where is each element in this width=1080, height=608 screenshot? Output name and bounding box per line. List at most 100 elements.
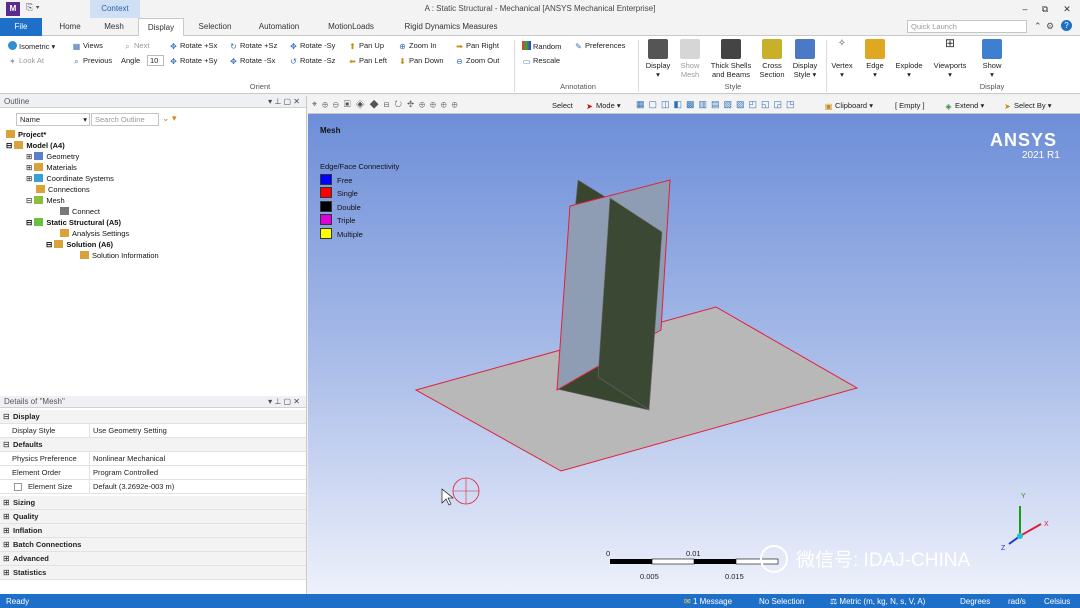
show-button[interactable]: Show ▾ xyxy=(976,39,1008,79)
tree-item-connections[interactable]: Connections xyxy=(36,184,90,195)
look-at-button[interactable]: ✦ Look At xyxy=(8,56,44,66)
expand-icon[interactable]: ⊞ xyxy=(3,539,10,551)
tree-item-project[interactable]: Project* xyxy=(6,129,46,140)
rotate-plus-sy-button[interactable]: ✥ Rotate +Sy xyxy=(169,56,217,66)
pan-left-button[interactable]: ⬅ Pan Left xyxy=(348,56,387,66)
clipboard-button[interactable]: ▣ Clipboard ▾ xyxy=(824,101,873,111)
details-section-statistics[interactable]: Statistics xyxy=(0,566,306,580)
preferences-button[interactable]: ✎ Preferences xyxy=(574,41,625,51)
collapse-ribbon-icon[interactable]: ⌃ xyxy=(1034,21,1042,32)
details-section-display[interactable]: Display xyxy=(0,410,306,424)
tab-display[interactable]: Display xyxy=(138,18,184,36)
details-section-quality[interactable]: Quality xyxy=(0,510,306,524)
rotate-plus-sz-button[interactable]: ↻ Rotate +Sz xyxy=(229,41,277,51)
quick-launch-input[interactable]: Quick Launch xyxy=(907,20,1027,33)
views-button[interactable]: ▦ Views xyxy=(72,41,103,51)
tree-item-static-structural[interactable]: ⊟ Static Structural (A5) xyxy=(26,217,121,228)
explode-button[interactable]: Explode ▾ xyxy=(892,39,926,79)
pan-up-button[interactable]: ⬆ Pan Up xyxy=(348,41,384,51)
show-mesh-button[interactable]: Show Mesh xyxy=(676,39,704,79)
details-section-batch-connections[interactable]: Batch Connections xyxy=(0,538,306,552)
random-button[interactable]: Random xyxy=(522,41,561,51)
expand-icon[interactable]: ⊞ xyxy=(3,553,10,565)
next-button[interactable]: ⌕ Next xyxy=(123,41,149,51)
expand-icon[interactable]: ⊞ xyxy=(3,525,10,537)
viewports-button[interactable]: ⊞ Viewports ▾ xyxy=(928,37,972,79)
display-button[interactable]: Display ▾ xyxy=(642,39,674,79)
tab-file[interactable]: File xyxy=(0,18,42,36)
tree-item-solution[interactable]: ⊟ Solution (A6) xyxy=(46,239,113,250)
expand-icon[interactable]: ⊞ xyxy=(3,497,10,509)
tree-item-materials[interactable]: ⊞ Materials xyxy=(26,162,77,173)
tab-motionloads[interactable]: MotionLoads xyxy=(318,18,384,36)
tree-item-mesh[interactable]: ⊟ Mesh xyxy=(26,195,65,206)
status-messages[interactable]: ✉ 1 Message xyxy=(684,597,732,606)
panel-controls-icon[interactable]: ▾ ⊥ ▢ ✕ xyxy=(268,96,300,108)
details-row-physics[interactable]: Physics Preference Nonlinear Mechanical xyxy=(0,452,306,466)
tree-item-solution-information[interactable]: Solution Information xyxy=(80,250,159,261)
details-value[interactable]: Nonlinear Mechanical xyxy=(91,452,165,466)
expand-icon[interactable]: ⊞ xyxy=(3,511,10,523)
status-rads[interactable]: rad/s xyxy=(1008,597,1026,606)
previous-button[interactable]: ⌕ Previous xyxy=(72,56,112,66)
expand-collapse-icon[interactable]: ⌄ ▾ xyxy=(162,113,177,124)
tab-rigid-dynamics[interactable]: Rigid Dynamics Measures xyxy=(392,18,510,36)
isometric-button[interactable]: Isometric ▾ xyxy=(8,41,55,51)
tree-item-coordinate-systems[interactable]: ⊞ Coordinate Systems xyxy=(26,173,114,184)
element-size-checkbox[interactable] xyxy=(14,483,22,491)
tab-mesh[interactable]: Mesh xyxy=(94,18,134,36)
display-style-button[interactable]: Display Style ▾ xyxy=(788,39,822,79)
mode-button[interactable]: ➤ Mode ▾ xyxy=(585,101,620,111)
angle-input[interactable]: 10 xyxy=(147,55,164,66)
status-degrees[interactable]: Degrees xyxy=(960,597,990,606)
details-value[interactable]: Default (3.2692e-003 m) xyxy=(91,480,174,494)
rotate-minus-sx-button[interactable]: ✥ Rotate -Sx xyxy=(229,56,275,66)
zoom-out-button[interactable]: ⊖ Zoom Out xyxy=(455,56,499,66)
details-value[interactable]: Use Geometry Setting xyxy=(91,424,167,438)
tree-item-analysis-settings[interactable]: Analysis Settings xyxy=(60,228,129,239)
triad-origin[interactable] xyxy=(1017,533,1023,539)
minimize-button[interactable]: – xyxy=(1016,2,1034,16)
details-section-advanced[interactable]: Advanced xyxy=(0,552,306,566)
help-icon[interactable]: ? xyxy=(1061,20,1072,31)
pan-down-button[interactable]: ⬇ Pan Down xyxy=(398,56,443,66)
details-section-defaults[interactable]: Defaults xyxy=(0,438,306,452)
collapse-icon[interactable]: ⊟ xyxy=(3,439,10,451)
details-row-element-order[interactable]: Element Order Program Controlled xyxy=(0,466,306,480)
details-row-element-size[interactable]: Element Size Default (3.2692e-003 m) xyxy=(0,480,306,494)
vertex-button[interactable]: ✧ Vertex ▾ xyxy=(828,39,856,80)
extend-button[interactable]: ◈ Extend ▾ xyxy=(944,101,984,111)
expand-icon[interactable]: ⊞ xyxy=(3,567,10,579)
collapse-icon[interactable]: ⊟ xyxy=(3,411,10,423)
rotate-minus-sy-button[interactable]: ✥ Rotate -Sy xyxy=(289,41,335,51)
status-units[interactable]: ⚖ Metric (m, kg, N, s, V, A) xyxy=(830,597,925,606)
pan-right-button[interactable]: ➡ Pan Right xyxy=(455,41,499,51)
details-section-sizing[interactable]: Sizing xyxy=(0,496,306,510)
rotate-minus-sz-button[interactable]: ↺ Rotate -Sz xyxy=(289,56,335,66)
outline-name-select[interactable]: Name ▾ xyxy=(16,113,90,126)
cross-section-button[interactable]: Cross Section xyxy=(756,39,788,79)
tab-selection[interactable]: Selection xyxy=(188,18,242,36)
details-row-display-style[interactable]: Display Style Use Geometry Setting xyxy=(0,424,306,438)
tree-item-connect[interactable]: Connect xyxy=(60,206,100,217)
settings-icon[interactable]: ⚙ xyxy=(1046,21,1054,32)
geometry-model[interactable]: Y X Z xyxy=(308,114,1080,594)
select-button[interactable]: Select xyxy=(552,101,573,110)
tree-item-geometry[interactable]: ⊞ Geometry xyxy=(26,151,79,162)
panel-controls-icon[interactable]: ▾ ⊥ ▢ ✕ xyxy=(268,396,300,408)
tab-automation[interactable]: Automation xyxy=(248,18,310,36)
thick-shells-button[interactable]: Thick Shells and Beams xyxy=(706,39,756,79)
rescale-button[interactable]: ▭ Rescale xyxy=(522,56,560,66)
edge-button[interactable]: Edge ▾ xyxy=(861,39,889,79)
search-outline-input[interactable]: Search Outline xyxy=(91,113,159,126)
select-by-button[interactable]: ➤ Select By ▾ xyxy=(1003,101,1051,111)
zoom-in-button[interactable]: ⊕ Zoom In xyxy=(398,41,436,51)
tab-home[interactable]: Home xyxy=(50,18,90,36)
selection-filter-icons[interactable]: ▦▢◫◧▩▥▤▧▨◰◱◲◳ xyxy=(636,99,799,110)
close-button[interactable]: ✕ xyxy=(1058,2,1076,16)
status-temperature[interactable]: Celsius xyxy=(1044,597,1070,606)
rotate-plus-sx-button[interactable]: ✥ Rotate +Sx xyxy=(169,41,217,51)
tree-item-model[interactable]: ⊟ Model (A4) xyxy=(6,140,65,151)
details-section-inflation[interactable]: Inflation xyxy=(0,524,306,538)
details-value[interactable]: Program Controlled xyxy=(91,466,158,480)
